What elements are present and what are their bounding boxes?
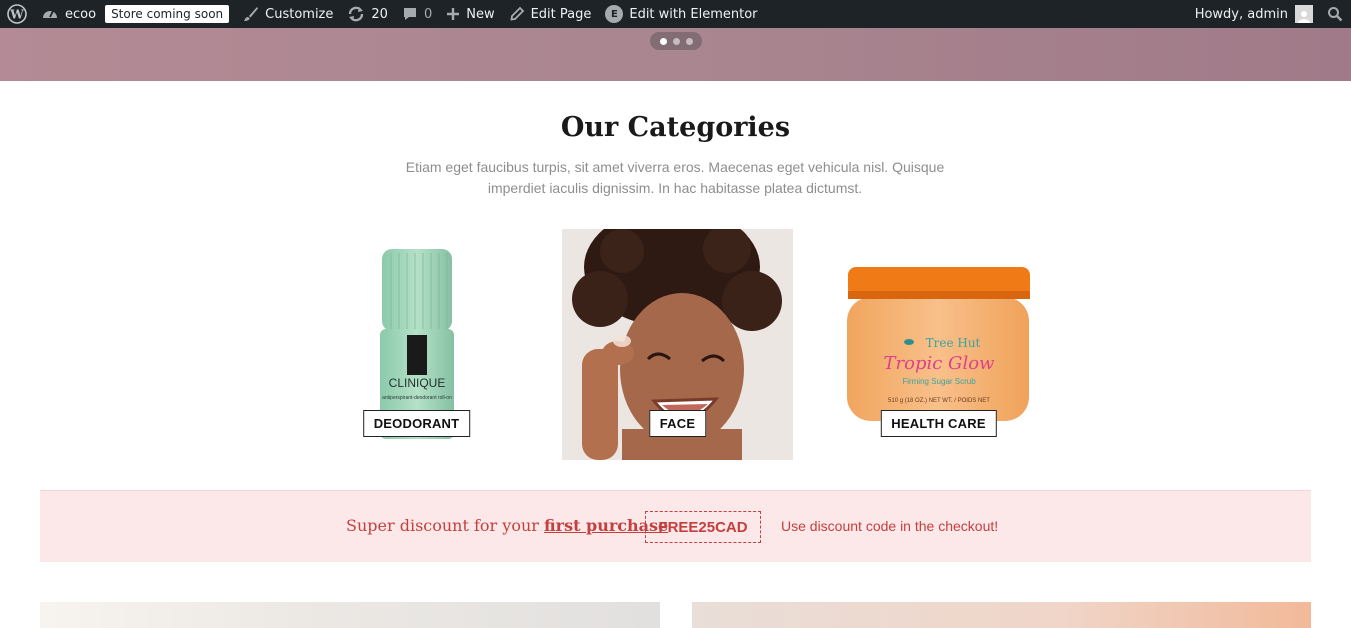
- site-name-link[interactable]: ecoo: [34, 0, 103, 28]
- updates-count: 20: [371, 6, 388, 22]
- wordpress-logo-button[interactable]: W: [0, 0, 34, 28]
- categories-description: Etiam eget faucibus turpis, sit amet viv…: [405, 159, 945, 196]
- jar-weight-text: 510 g (18 OZ.) NET WT. / POIDS NET: [888, 398, 990, 404]
- customize-label: Customize: [265, 6, 334, 22]
- tropic-glow-text: Tropic Glow: [884, 353, 996, 374]
- slider-pagination: [650, 32, 702, 50]
- avatar: [1295, 5, 1313, 23]
- customize-link[interactable]: Customize: [236, 0, 340, 28]
- clinique-sub-text: antiperspirant-deodorant roll-on: [382, 395, 452, 401]
- edit-page-label: Edit Page: [530, 6, 592, 22]
- plus-icon: [447, 8, 460, 20]
- featured-image-right: [692, 602, 1311, 628]
- admin-search-button[interactable]: [1320, 0, 1351, 28]
- store-status-badge[interactable]: Store coming soon: [103, 0, 236, 28]
- svg-text:W: W: [9, 8, 24, 22]
- edit-with-elementor-link[interactable]: E Edit with Elementor: [598, 0, 764, 28]
- slider-dot-2[interactable]: [672, 37, 680, 45]
- slider-dot-3[interactable]: [685, 37, 693, 45]
- admin-bar: W ecoo Store coming soon Customize 20 0: [0, 0, 1351, 28]
- promo-headline: Super discount for your first purchase: [346, 516, 668, 535]
- user-silhouette-icon: [1298, 11, 1310, 23]
- howdy-label: Howdy, admin: [1194, 6, 1288, 22]
- paintbrush-icon: [244, 7, 259, 21]
- category-label-deodorant: DEODORANT: [362, 410, 471, 437]
- new-content-link[interactable]: New: [439, 0, 501, 28]
- comments-link[interactable]: 0: [395, 0, 439, 28]
- category-card-face[interactable]: FACE: [562, 229, 793, 460]
- firming-scrub-text: Firming Sugar Scrub: [902, 377, 976, 386]
- discount-code-box[interactable]: FREE25CAD: [645, 511, 761, 543]
- edit-with-elementor-label: Edit with Elementor: [629, 6, 758, 22]
- comments-count: 0: [423, 6, 433, 22]
- edit-page-link[interactable]: Edit Page: [502, 0, 599, 28]
- store-coming-soon-label: Store coming soon: [105, 5, 230, 23]
- search-icon: [1328, 7, 1343, 22]
- categories-title: Our Categories: [560, 112, 791, 143]
- clinique-brand-text: CLINIQUE: [389, 376, 446, 390]
- category-label-health-care: HEALTH CARE: [880, 410, 997, 437]
- category-card-deodorant[interactable]: CLINIQUE antiperspirant-deodorant roll-o…: [301, 229, 532, 460]
- site-name: ecoo: [65, 6, 97, 22]
- category-card-health-care[interactable]: Tree Hut Tropic Glow Firming Sugar Scrub…: [823, 229, 1054, 460]
- dashboard-gauge-icon: [43, 10, 57, 18]
- hero-slider: [0, 28, 1351, 81]
- slider-dot-1[interactable]: [659, 37, 667, 45]
- updates-link[interactable]: 20: [340, 0, 395, 28]
- promo-text-before: Super discount for your: [346, 516, 544, 535]
- wordpress-icon: W: [7, 4, 27, 24]
- comment-bubble-icon: [403, 8, 416, 20]
- new-label: New: [466, 6, 495, 22]
- tree-hut-brand-text: Tree Hut: [926, 336, 981, 350]
- category-label-face: FACE: [648, 410, 707, 437]
- discount-hint-text: Use discount code in the checkout!: [781, 518, 999, 534]
- pencil-icon: [510, 6, 524, 21]
- my-account-link[interactable]: Howdy, admin: [1188, 0, 1320, 28]
- elementor-icon: E: [605, 5, 624, 23]
- featured-image-left: [40, 602, 660, 628]
- discount-banner: Super discount for your first purchase F…: [40, 490, 1311, 562]
- updates-refresh-icon: [349, 6, 364, 22]
